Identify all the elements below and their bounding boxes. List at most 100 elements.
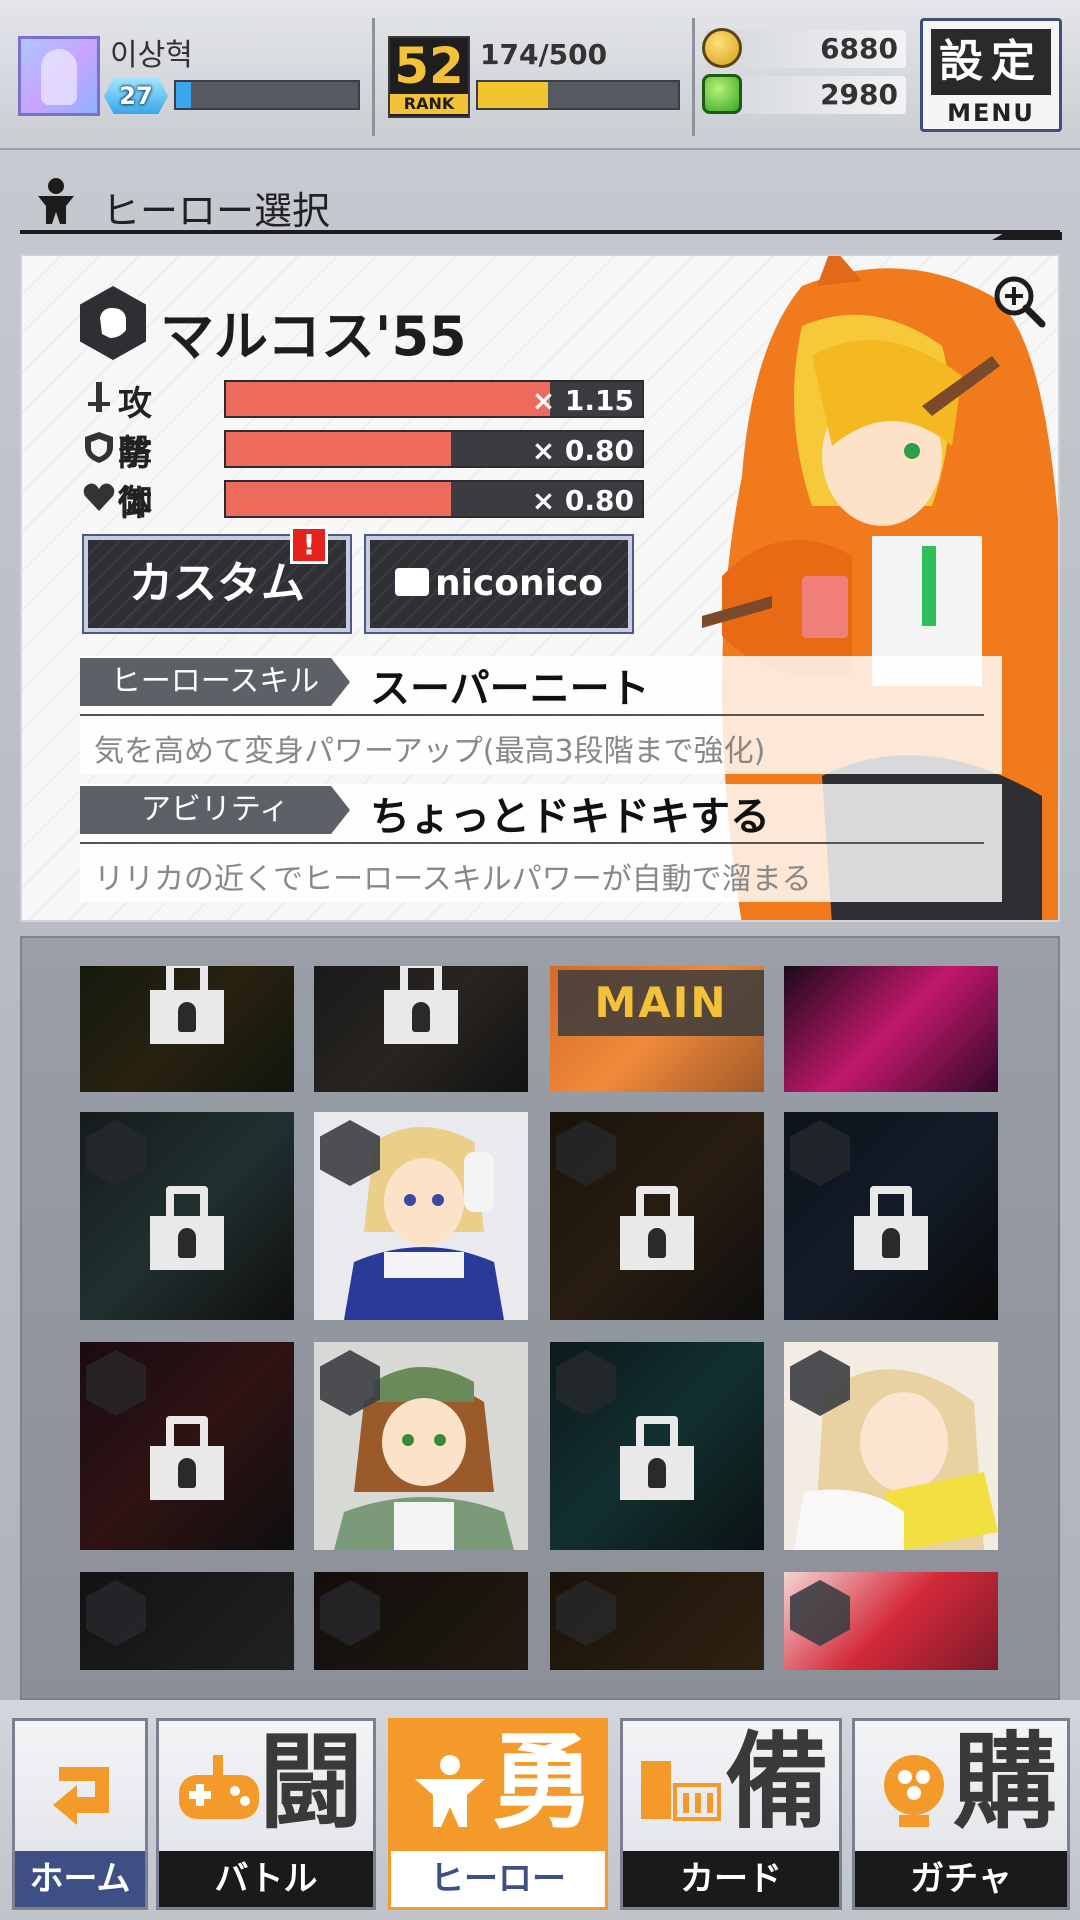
divider [372, 18, 375, 136]
coin-icon [702, 28, 742, 68]
bottom-navigation: ホーム 闘 バトル 勇 ヒーロー 備 カード 購 ガチャ [0, 1700, 1080, 1920]
gem-amount: 2980 [820, 78, 898, 111]
hero-icon [415, 1755, 485, 1827]
section-title: ヒーロー選択 [102, 189, 331, 233]
skill-tag: ヒーロースキル [80, 658, 350, 706]
xp-bar [174, 80, 360, 110]
skill-name: スーパーニート [370, 666, 650, 712]
gamepad-icon [179, 1755, 259, 1819]
settings-menu-button[interactable]: 設定 MENU [920, 18, 1062, 132]
divider [80, 714, 984, 716]
tv-icon [394, 568, 429, 596]
hero-card-locked[interactable] [80, 1342, 294, 1550]
coin-counter: 6880 [702, 28, 906, 68]
gem-icon [702, 74, 742, 114]
nav-kanji: 備 [724, 1721, 829, 1843]
stat-bar: × 1.15 [224, 380, 644, 418]
rank-label: RANK [390, 94, 468, 114]
ability-name: ちょっとドキドキする [370, 794, 770, 840]
nav-kanji: 勇 [490, 1721, 595, 1843]
nav-kanji: 闘 [258, 1721, 363, 1843]
stat-bar-fill [226, 432, 451, 466]
stat-multiplier: × 0.80 [531, 434, 634, 467]
niconico-label: niconico [434, 563, 604, 604]
hero-skill: ヒーロースキル スーパーニート 気を高めて変身パワーアップ(最高3段階まで強化) [80, 656, 1002, 774]
hero-card[interactable] [784, 1342, 998, 1550]
hero-art [784, 966, 998, 1092]
hero-card-locked[interactable] [80, 1572, 294, 1670]
hero-card-locked[interactable] [314, 966, 528, 1092]
coin-amount: 6880 [820, 32, 898, 65]
hero-card[interactable] [784, 966, 998, 1092]
menu-label: MENU [947, 99, 1035, 127]
stat-multiplier: × 0.80 [531, 484, 634, 517]
card-icon [641, 1761, 721, 1821]
nav-gacha[interactable]: 購 ガチャ [852, 1718, 1070, 1910]
niconico-button[interactable]: niconico [364, 534, 634, 634]
stat-multiplier: × 1.15 [531, 384, 634, 417]
main-label: MAIN [558, 970, 764, 1036]
lock-icon [854, 1186, 928, 1270]
stat-bar-fill [226, 382, 551, 416]
lock-icon [620, 1416, 694, 1500]
hero-card-locked[interactable] [550, 1342, 764, 1550]
ability-tag: アビリティ [80, 786, 350, 834]
nav-kanji: 購 [952, 1721, 1057, 1843]
hero-card-main[interactable]: MAIN [550, 966, 764, 1092]
divider [80, 842, 984, 844]
lock-icon [150, 1416, 224, 1500]
hero-ability: アビリティ ちょっとドキドキする リリカの近くでヒーロースキルパワーが自動で溜ま… [80, 784, 1002, 902]
level-badge: 27 [104, 78, 168, 114]
fist-class-icon [80, 286, 146, 360]
status-bar: 이상혁 27 52 RANK 174/500 6880 2980 設定 MENU [0, 0, 1080, 150]
alert-badge: ! [290, 526, 328, 564]
hero-card-locked[interactable] [550, 1112, 764, 1320]
gem-counter: 2980 [702, 74, 906, 114]
nav-label: ホーム [15, 1851, 145, 1907]
xp-bar-fill [176, 82, 191, 108]
nav-battle[interactable]: 闘 バトル [156, 1718, 376, 1910]
heart-icon [83, 483, 115, 511]
nav-hero[interactable]: 勇 ヒーロー [388, 1718, 608, 1910]
player-name: 이상혁 [110, 38, 193, 73]
nav-label: カード [623, 1851, 839, 1907]
hero-icon [38, 178, 74, 224]
hero-name: マルコス'55 [160, 305, 467, 368]
nav-label: ガチャ [855, 1851, 1067, 1907]
stat-bar-fill [226, 482, 451, 516]
hero-card-locked[interactable] [784, 1112, 998, 1320]
nav-label: ヒーロー [391, 1851, 605, 1907]
stamina-text: 174/500 [480, 38, 608, 71]
hero-card[interactable] [314, 1342, 528, 1550]
stat-bar: × 0.80 [224, 430, 644, 468]
hero-card[interactable] [784, 1572, 998, 1670]
avatar[interactable] [18, 36, 100, 116]
nav-label: バトル [159, 1851, 373, 1907]
hero-card-locked[interactable] [550, 1572, 764, 1670]
ability-description: リリカの近くでヒーロースキルパワーが自動で溜まる [94, 862, 812, 897]
lock-icon [150, 1186, 224, 1270]
hero-grid: MAIN [20, 936, 1060, 1700]
rank-badge: 52 RANK [388, 36, 470, 118]
skill-description: 気を高めて変身パワーアップ(最高3段階まで強化) [94, 734, 766, 769]
nav-home[interactable]: ホーム [12, 1718, 148, 1910]
hero-detail-panel: マルコス'55 攻撃 × 1.15 防御 × 0.80 体力 × 0.80 カス… [20, 254, 1060, 922]
sword-icon [88, 382, 110, 412]
lock-icon [150, 966, 224, 1044]
hero-card-locked[interactable] [80, 1112, 294, 1320]
hero-card[interactable] [314, 1112, 528, 1320]
stamina-bar-fill [478, 82, 548, 108]
stat-bar: × 0.80 [224, 480, 644, 518]
nav-card[interactable]: 備 カード [620, 1718, 842, 1910]
rank-number: 52 [394, 37, 464, 95]
stamina-bar [476, 80, 680, 110]
hero-card-locked[interactable] [314, 1572, 528, 1670]
lock-icon [620, 1186, 694, 1270]
menu-kanji: 設定 [931, 29, 1051, 95]
gacha-icon [884, 1755, 944, 1827]
lock-icon [384, 966, 458, 1044]
divider [692, 18, 695, 136]
shield-icon [85, 432, 113, 463]
hero-card-locked[interactable] [80, 966, 294, 1092]
zoom-icon[interactable] [992, 274, 1048, 330]
